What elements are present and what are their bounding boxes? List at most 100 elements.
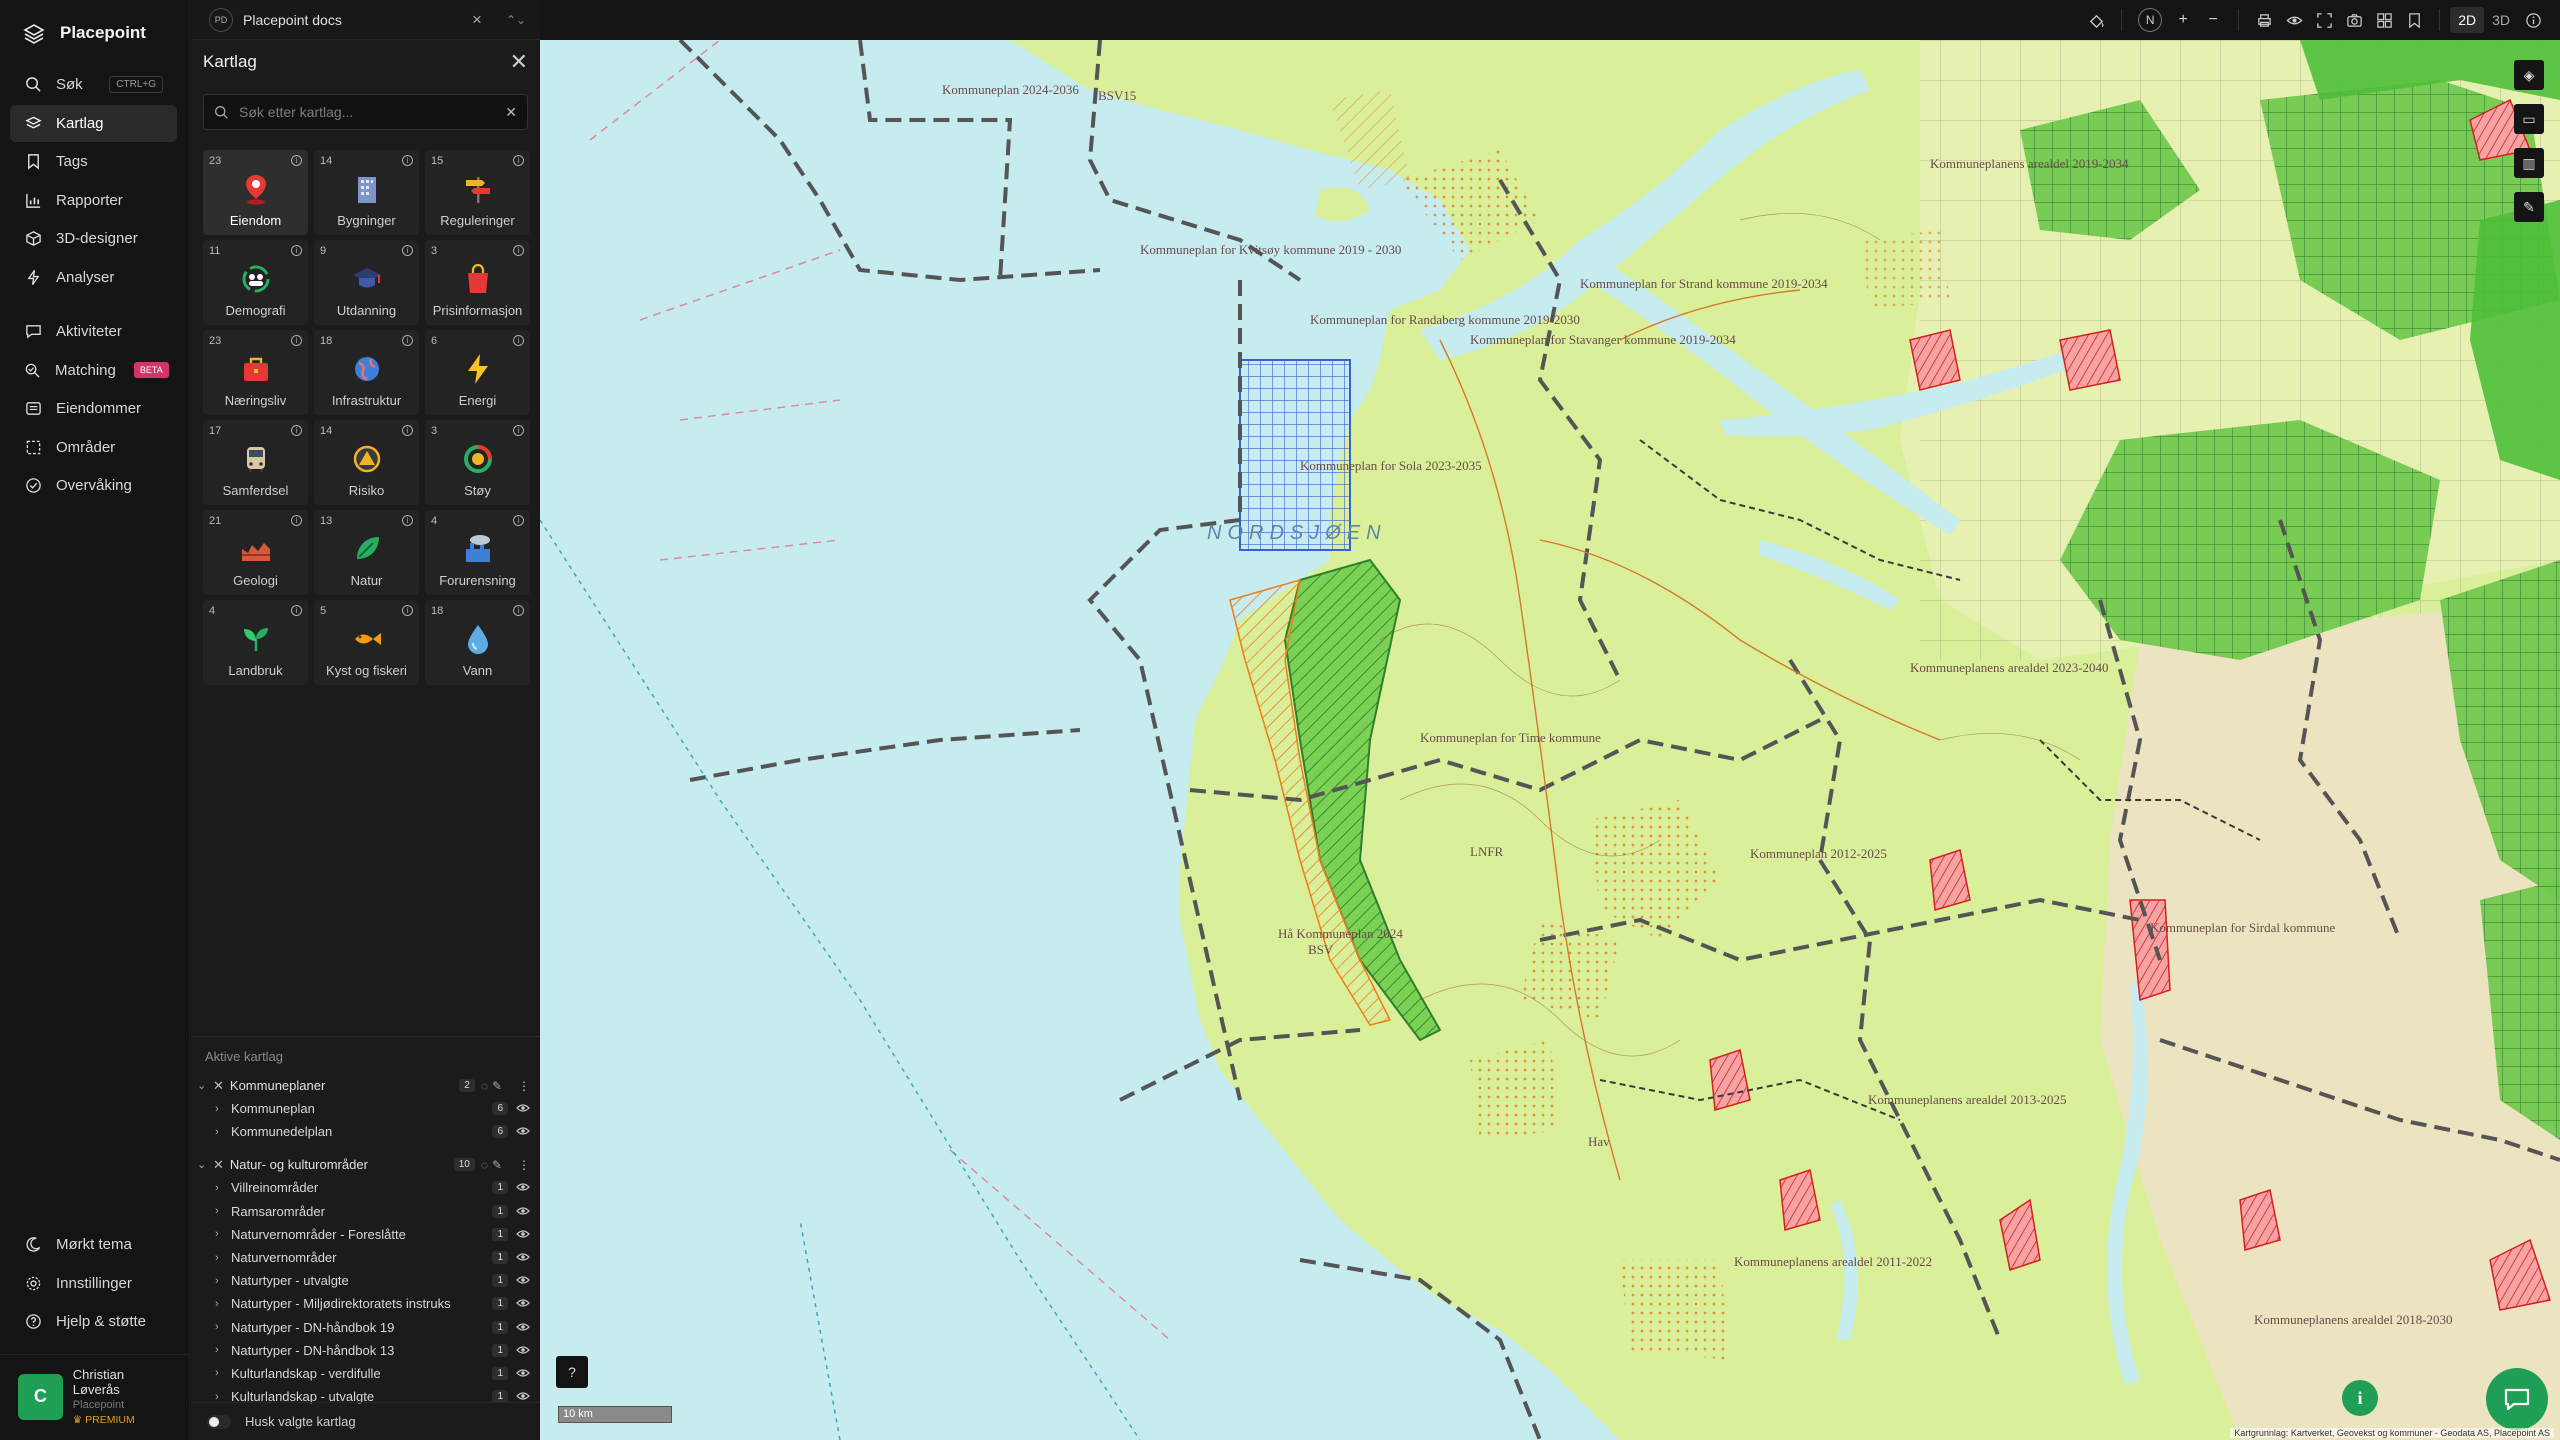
- visibility-icon[interactable]: [516, 1227, 530, 1242]
- info-icon[interactable]: i: [402, 425, 413, 436]
- layer-row[interactable]: › Naturtyper - Miljødirektoratets instruk…: [191, 1292, 540, 1315]
- close-panel-icon[interactable]: ✕: [510, 49, 528, 75]
- visibility-icon[interactable]: [516, 1320, 530, 1335]
- mode-3d-button[interactable]: 3D: [2484, 7, 2518, 33]
- info-icon[interactable]: i: [513, 515, 524, 526]
- category-tile-forurensning[interactable]: 4 i Forurensning: [425, 510, 530, 595]
- chevron-right-icon[interactable]: ›: [215, 1126, 223, 1138]
- category-tile-infrastruktur[interactable]: 18 i Infrastruktur: [314, 330, 419, 415]
- info-icon[interactable]: i: [291, 245, 302, 256]
- paint-icon[interactable]: [2081, 5, 2111, 35]
- zoom-out-icon[interactable]: −: [2198, 5, 2228, 35]
- chevron-right-icon[interactable]: ›: [215, 1298, 223, 1310]
- chevron-right-icon[interactable]: ›: [215, 1391, 223, 1403]
- brand[interactable]: Placepoint: [0, 0, 189, 66]
- category-tile-bygninger[interactable]: 14 i Bygninger: [314, 150, 419, 235]
- measure-tool-icon[interactable]: ▭: [2514, 104, 2544, 134]
- draw-tool-icon[interactable]: ✎: [2514, 192, 2544, 222]
- info-icon[interactable]: i: [402, 155, 413, 166]
- info-icon[interactable]: i: [402, 335, 413, 346]
- info-icon[interactable]: i: [513, 245, 524, 256]
- visibility-icon[interactable]: [516, 1124, 530, 1139]
- category-tile-demografi[interactable]: 11 i Demografi: [203, 240, 308, 325]
- chart-tool-icon[interactable]: ▥: [2514, 148, 2544, 178]
- category-tile-geologi[interactable]: 21 i Geologi: [203, 510, 308, 595]
- map-info-button[interactable]: i: [2342, 1380, 2378, 1416]
- chevron-right-icon[interactable]: ›: [215, 1205, 223, 1217]
- visibility-icon[interactable]: [516, 1101, 530, 1116]
- dark-theme-toggle[interactable]: Mørkt tema: [10, 1226, 178, 1263]
- info-icon[interactable]: i: [291, 425, 302, 436]
- eye-icon[interactable]: [2279, 5, 2309, 35]
- nav-item-tags[interactable]: Tags: [10, 143, 177, 180]
- close-document-icon[interactable]: ×: [472, 10, 482, 30]
- visibility-icon[interactable]: [516, 1296, 530, 1311]
- layer-row[interactable]: › Naturvernområder - Foreslåtte 1: [191, 1223, 540, 1246]
- category-tile-vann[interactable]: 18 i Vann: [425, 600, 530, 685]
- chevron-down-icon[interactable]: ⌄: [197, 1079, 207, 1092]
- chevron-down-icon[interactable]: ⌄: [197, 1158, 207, 1171]
- visibility-icon[interactable]: [516, 1343, 530, 1358]
- nav-item-matching[interactable]: Matching BETA: [10, 352, 177, 389]
- nav-item-kartlag[interactable]: Kartlag: [10, 104, 177, 142]
- layer-row[interactable]: › Kommunedelplan 6: [191, 1120, 540, 1143]
- layer-row[interactable]: › Ramsarområder 1: [191, 1200, 540, 1223]
- chevron-right-icon[interactable]: ›: [215, 1103, 223, 1115]
- info-icon[interactable]: i: [513, 155, 524, 166]
- category-tile-samferdsel[interactable]: 17 i Samferdsel: [203, 420, 308, 505]
- visibility-icon[interactable]: [516, 1204, 530, 1219]
- compass-icon[interactable]: N: [2138, 8, 2163, 32]
- chevron-right-icon[interactable]: ›: [215, 1252, 223, 1264]
- info-icon[interactable]: i: [513, 335, 524, 346]
- chat-button[interactable]: [2486, 1368, 2548, 1430]
- category-tile-landbruk[interactable]: 4 i Landbruk: [203, 600, 308, 685]
- category-tile-risiko[interactable]: 14 i Risiko: [314, 420, 419, 505]
- visibility-icon[interactable]: [516, 1250, 530, 1265]
- category-tile-næringsliv[interactable]: 23 i Næringsliv: [203, 330, 308, 415]
- more-options-icon[interactable]: ⋮: [518, 1079, 530, 1093]
- print-icon[interactable]: [2249, 5, 2279, 35]
- info-icon[interactable]: i: [291, 155, 302, 166]
- category-tile-natur[interactable]: 13 i Natur: [314, 510, 419, 595]
- nav-item-overvaking[interactable]: Overvåking: [10, 467, 177, 504]
- remove-group-icon[interactable]: ✕: [213, 1078, 224, 1094]
- chevron-right-icon[interactable]: ›: [215, 1344, 223, 1356]
- category-tile-prisinformasjon[interactable]: 3 i Prisinformasjon: [425, 240, 530, 325]
- more-options-icon[interactable]: ⋮: [518, 1158, 530, 1172]
- remember-layers-toggle[interactable]: [207, 1414, 231, 1429]
- visibility-icon[interactable]: [516, 1366, 530, 1381]
- layer-search-input[interactable]: [239, 104, 496, 120]
- category-tile-støy[interactable]: 3 i Støy: [425, 420, 530, 505]
- layer-row[interactable]: › Kommuneplan 6: [191, 1097, 540, 1120]
- category-tile-eiendom[interactable]: 23 i Eiendom: [203, 150, 308, 235]
- info-icon[interactable]: i: [291, 515, 302, 526]
- info-icon[interactable]: i: [513, 425, 524, 436]
- layer-group[interactable]: ⌄ ✕ Natur- og kulturområder 10 ◌✎ ⋮: [191, 1153, 540, 1178]
- layer-row[interactable]: › Naturtyper - DN-håndbok 13 1: [191, 1339, 540, 1362]
- camera-icon[interactable]: [2339, 5, 2369, 35]
- info-icon[interactable]: i: [402, 605, 413, 616]
- category-tile-utdanning[interactable]: 9 i Utdanning: [314, 240, 419, 325]
- chevron-right-icon[interactable]: ›: [215, 1275, 223, 1287]
- bookmark-icon[interactable]: [2399, 5, 2429, 35]
- zoom-in-icon[interactable]: +: [2168, 5, 2198, 35]
- group-tools[interactable]: ◌✎: [481, 1079, 506, 1093]
- info-icon[interactable]: [2518, 5, 2548, 35]
- info-icon[interactable]: i: [513, 605, 524, 616]
- remove-group-icon[interactable]: ✕: [213, 1157, 224, 1173]
- layer-row[interactable]: › Villreinområder 1: [191, 1176, 540, 1199]
- layer-group[interactable]: ⌄ ✕ Kommuneplaner 2 ◌✎ ⋮: [191, 1074, 540, 1099]
- nav-item-analyser[interactable]: Analyser: [10, 259, 177, 296]
- layer-row[interactable]: › Naturtyper - utvalgte 1: [191, 1269, 540, 1292]
- nav-item-help[interactable]: Hjelp & støtte: [10, 1303, 178, 1340]
- layers-tool-icon[interactable]: ◈: [2514, 60, 2544, 90]
- chevron-right-icon[interactable]: ›: [215, 1367, 223, 1379]
- chevron-right-icon[interactable]: ›: [215, 1182, 223, 1194]
- layer-row[interactable]: › Kulturlandskap - verdifulle 1: [191, 1362, 540, 1385]
- group-tools[interactable]: ◌✎: [481, 1158, 506, 1172]
- visibility-icon[interactable]: [516, 1273, 530, 1288]
- nav-item-omrader[interactable]: Områder: [10, 429, 177, 466]
- nav-item-search[interactable]: Søk CTRL+G: [10, 66, 177, 103]
- clear-search-icon[interactable]: ✕: [505, 104, 517, 121]
- layer-row[interactable]: › Naturtyper - DN-håndbok 19 1: [191, 1316, 540, 1339]
